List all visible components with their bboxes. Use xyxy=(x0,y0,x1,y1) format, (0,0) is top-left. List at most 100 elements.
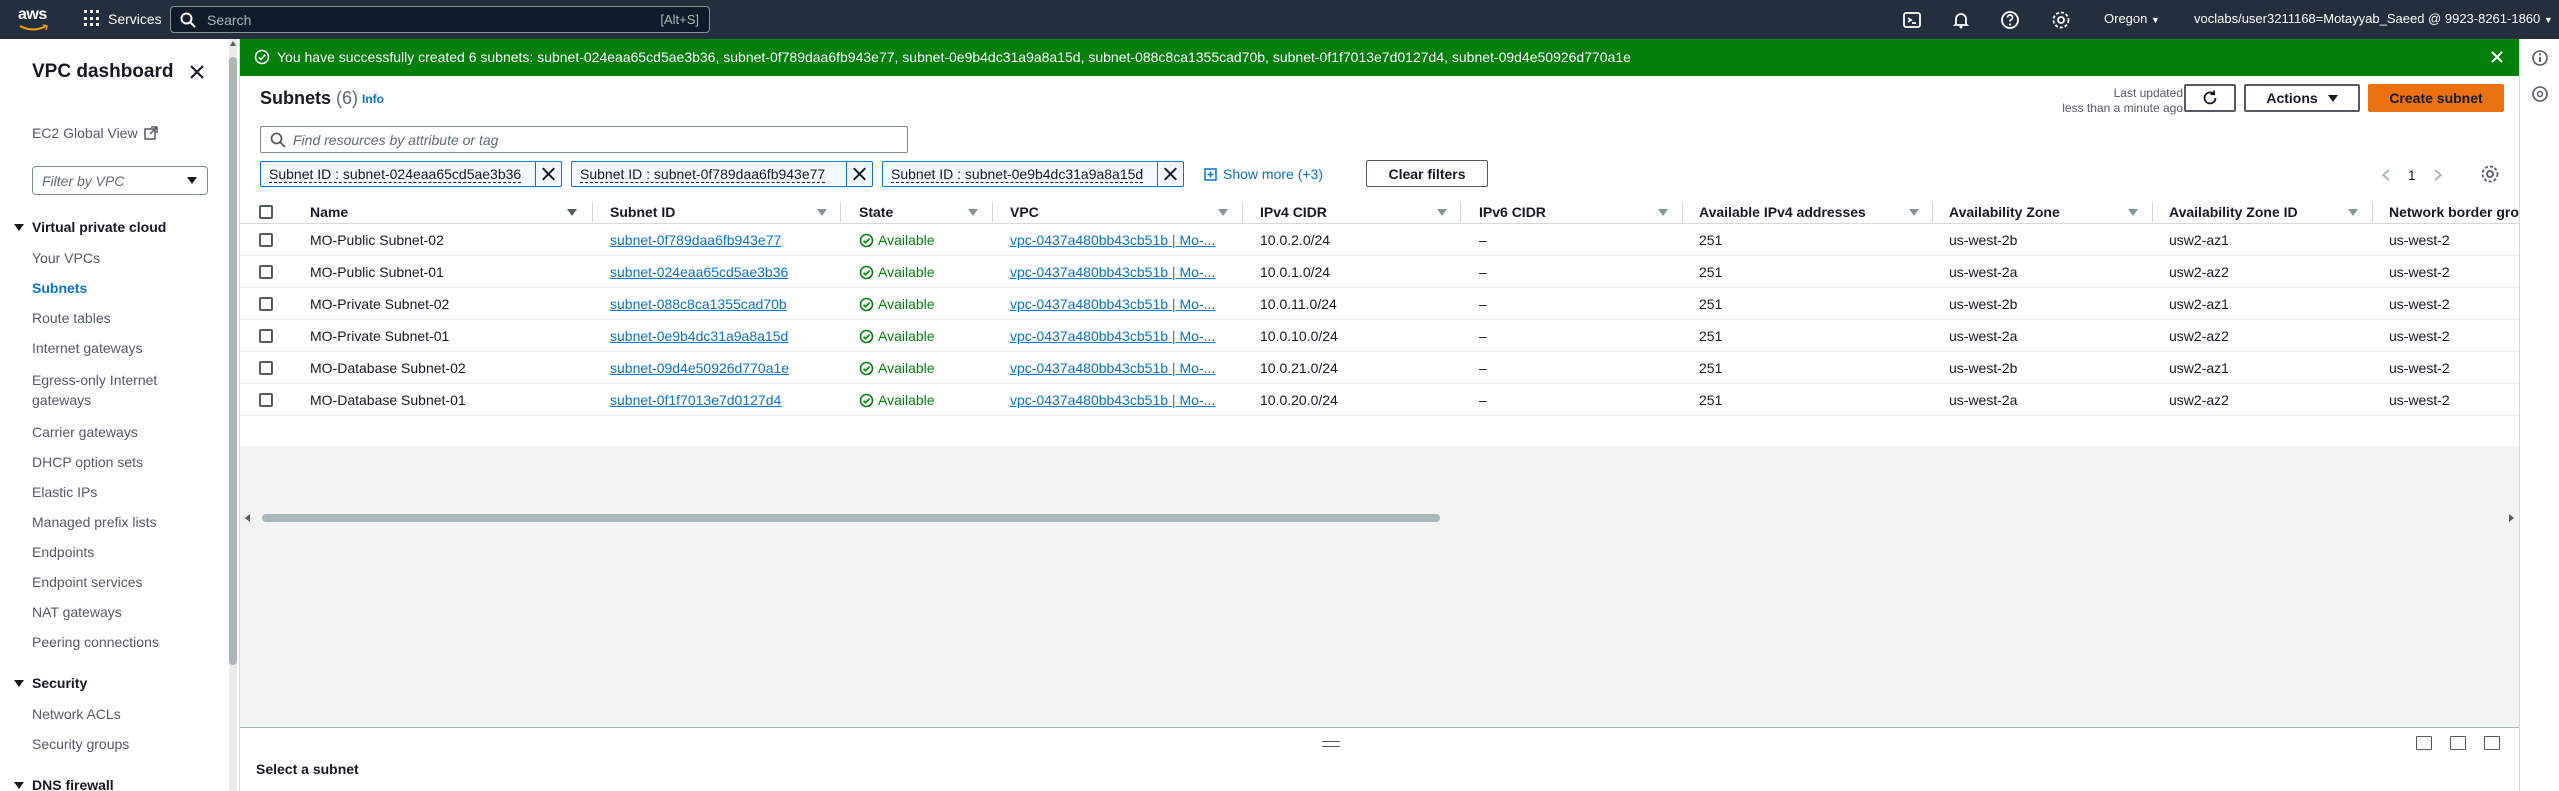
sort-icon[interactable] xyxy=(2348,209,2358,216)
cell-subnet-id[interactable]: subnet-0f1f7013e7d0127d4 xyxy=(610,392,781,408)
info-link[interactable]: Info xyxy=(362,92,384,106)
next-page-icon[interactable] xyxy=(2432,168,2444,182)
row-select-checkbox[interactable] xyxy=(259,329,273,343)
row-select-checkbox[interactable] xyxy=(259,297,273,311)
horizontal-scrollbar-thumb[interactable] xyxy=(262,514,1440,522)
sort-icon[interactable] xyxy=(1437,209,1447,216)
column-header-ipv6-cidr[interactable]: IPv6 CIDR xyxy=(1479,204,1546,220)
column-divider[interactable] xyxy=(840,202,841,222)
scroll-right-icon[interactable] xyxy=(2507,513,2515,523)
split-panel-resize-handle[interactable] xyxy=(1322,741,1340,747)
settings-gear-icon[interactable] xyxy=(2051,10,2071,30)
filter-search-input[interactable]: Find resources by attribute or tag xyxy=(260,126,908,153)
cell-vpc[interactable]: vpc-0437a480bb43cb51b | Mo-... xyxy=(1010,328,1215,344)
sidebar-item-internet-gateways[interactable]: Internet gateways xyxy=(32,340,143,356)
sidebar-item-dhcp-option-sets[interactable]: DHCP option sets xyxy=(32,454,143,470)
account-menu[interactable]: voclabs/user3211168=Motayyab_Saeed @ 992… xyxy=(2194,11,2553,26)
sidebar-section-security[interactable]: Security xyxy=(14,675,87,691)
split-panel-side-position-icon[interactable] xyxy=(2450,736,2466,750)
cell-subnet-id[interactable]: subnet-0f789daa6fb943e77 xyxy=(610,232,781,248)
sidebar-item-carrier-gateways[interactable]: Carrier gateways xyxy=(32,424,138,440)
sort-icon[interactable] xyxy=(1909,209,1919,216)
sort-icon[interactable] xyxy=(817,209,827,216)
sidebar-item-elastic-ips[interactable]: Elastic IPs xyxy=(32,484,97,500)
refresh-button[interactable] xyxy=(2184,84,2236,112)
sidebar-item-network-acls[interactable]: Network ACLs xyxy=(32,706,121,722)
sidebar-item-ec2-global-view[interactable]: EC2 Global View xyxy=(32,125,158,141)
column-divider[interactable] xyxy=(1682,202,1683,222)
vpc-filter-select[interactable]: Filter by VPC xyxy=(32,166,208,195)
help-icon[interactable] xyxy=(2000,10,2020,30)
table-row[interactable]: MO-Database Subnet-01 subnet-0f1f7013e7d0… xyxy=(240,384,2519,416)
sidebar-item-endpoint-services[interactable]: Endpoint services xyxy=(32,574,143,590)
column-divider[interactable] xyxy=(1242,202,1243,222)
filter-token[interactable]: Subnet ID : subnet-0f789daa6fb943e77 xyxy=(571,161,873,187)
column-header-network-border-group[interactable]: Network border gro xyxy=(2389,204,2519,220)
table-row[interactable]: MO-Database Subnet-02 subnet-09d4e50926d7… xyxy=(240,352,2519,384)
table-row[interactable]: MO-Private Subnet-01 subnet-0e9b4dc31a9a8… xyxy=(240,320,2519,352)
column-header-vpc[interactable]: VPC xyxy=(1010,204,1039,220)
sidebar-section-dns-firewall[interactable]: DNS firewall xyxy=(14,777,114,791)
cell-subnet-id[interactable]: subnet-024eaa65cd5ae3b36 xyxy=(610,264,788,280)
sidebar-item-egress-only-internet-gateways[interactable]: Egress-only Internet gateways xyxy=(32,370,202,410)
scroll-left-icon[interactable] xyxy=(244,513,252,523)
sidebar-item-your-vpcs[interactable]: Your VPCs xyxy=(32,250,100,266)
row-select-checkbox[interactable] xyxy=(259,233,273,247)
sidebar-section-virtual-private-cloud[interactable]: Virtual private cloud xyxy=(14,219,166,235)
row-select-checkbox[interactable] xyxy=(259,361,273,375)
previous-page-icon[interactable] xyxy=(2380,168,2392,182)
sidebar-item-endpoints[interactable]: Endpoints xyxy=(32,544,94,560)
sidebar-item-peering-connections[interactable]: Peering connections xyxy=(32,634,159,650)
help-panel-icon[interactable] xyxy=(2531,85,2549,103)
column-divider[interactable] xyxy=(992,202,993,222)
filter-token[interactable]: Subnet ID : subnet-0e9b4dc31a9a8a15d xyxy=(882,161,1184,187)
create-subnet-button[interactable]: Create subnet xyxy=(2368,84,2504,112)
cell-vpc[interactable]: vpc-0437a480bb43cb51b | Mo-... xyxy=(1010,264,1215,280)
cell-vpc[interactable]: vpc-0437a480bb43cb51b | Mo-... xyxy=(1010,392,1215,408)
cloudshell-icon[interactable] xyxy=(1902,10,1922,30)
current-page-number[interactable]: 1 xyxy=(2408,167,2416,183)
show-more-filters-link[interactable]: Show more (+3) xyxy=(1204,166,1323,182)
actions-dropdown-button[interactable]: Actions xyxy=(2244,84,2360,112)
split-panel-bottom-position-icon[interactable] xyxy=(2416,736,2432,750)
sort-icon[interactable] xyxy=(968,209,978,216)
sidebar-item-nat-gateways[interactable]: NAT gateways xyxy=(32,604,122,620)
column-header-ipv4-cidr[interactable]: IPv4 CIDR xyxy=(1260,204,1327,220)
sort-icon[interactable] xyxy=(1658,209,1668,216)
cell-vpc[interactable]: vpc-0437a480bb43cb51b | Mo-... xyxy=(1010,360,1215,376)
column-divider[interactable] xyxy=(1460,202,1461,222)
column-divider[interactable] xyxy=(592,202,593,222)
column-divider[interactable] xyxy=(2372,202,2373,222)
sidebar-item-subnets[interactable]: Subnets xyxy=(32,280,87,296)
row-select-checkbox[interactable] xyxy=(259,265,273,279)
services-menu-label[interactable]: Services xyxy=(108,11,162,27)
column-header-subnet-id[interactable]: Subnet ID xyxy=(610,204,675,220)
remove-filter-icon[interactable] xyxy=(1157,162,1183,186)
split-panel-preferences-icon[interactable] xyxy=(2484,736,2500,750)
cell-vpc[interactable]: vpc-0437a480bb43cb51b | Mo-... xyxy=(1010,232,1215,248)
close-icon[interactable] xyxy=(186,61,208,83)
select-all-checkbox[interactable] xyxy=(259,205,273,219)
side-nav-title[interactable]: VPC dashboard xyxy=(32,61,173,83)
notifications-bell-icon[interactable] xyxy=(1951,10,1971,30)
cell-subnet-id[interactable]: subnet-088c8ca1355cad70b xyxy=(610,296,787,312)
global-search-input[interactable]: Search [Alt+S] xyxy=(170,6,710,33)
table-horizontal-scrollbar[interactable] xyxy=(244,513,2515,523)
services-grid-icon[interactable] xyxy=(84,10,101,27)
column-header-state[interactable]: State xyxy=(859,204,893,220)
column-header-available-ipv4[interactable]: Available IPv4 addresses xyxy=(1699,204,1866,220)
remove-filter-icon[interactable] xyxy=(846,162,872,186)
column-header-availability-zone-id[interactable]: Availability Zone ID xyxy=(2169,204,2298,220)
sort-icon[interactable] xyxy=(1218,209,1228,216)
aws-logo[interactable]: aws xyxy=(18,6,54,32)
table-row[interactable]: MO-Private Subnet-02 subnet-088c8ca1355ca… xyxy=(240,288,2519,320)
cell-subnet-id[interactable]: subnet-0e9b4dc31a9a8a15d xyxy=(610,328,788,344)
table-row[interactable]: MO-Public Subnet-01 subnet-024eaa65cd5ae3… xyxy=(240,256,2519,288)
column-header-availability-zone[interactable]: Availability Zone xyxy=(1949,204,2060,220)
clear-filters-button[interactable]: Clear filters xyxy=(1366,160,1488,187)
remove-filter-icon[interactable] xyxy=(535,162,561,186)
sidebar-item-managed-prefix-lists[interactable]: Managed prefix lists xyxy=(32,514,157,530)
sidebar-scrollbar-thumb[interactable] xyxy=(229,57,237,665)
column-divider[interactable] xyxy=(2152,202,2153,222)
sort-icon[interactable] xyxy=(2128,209,2138,216)
